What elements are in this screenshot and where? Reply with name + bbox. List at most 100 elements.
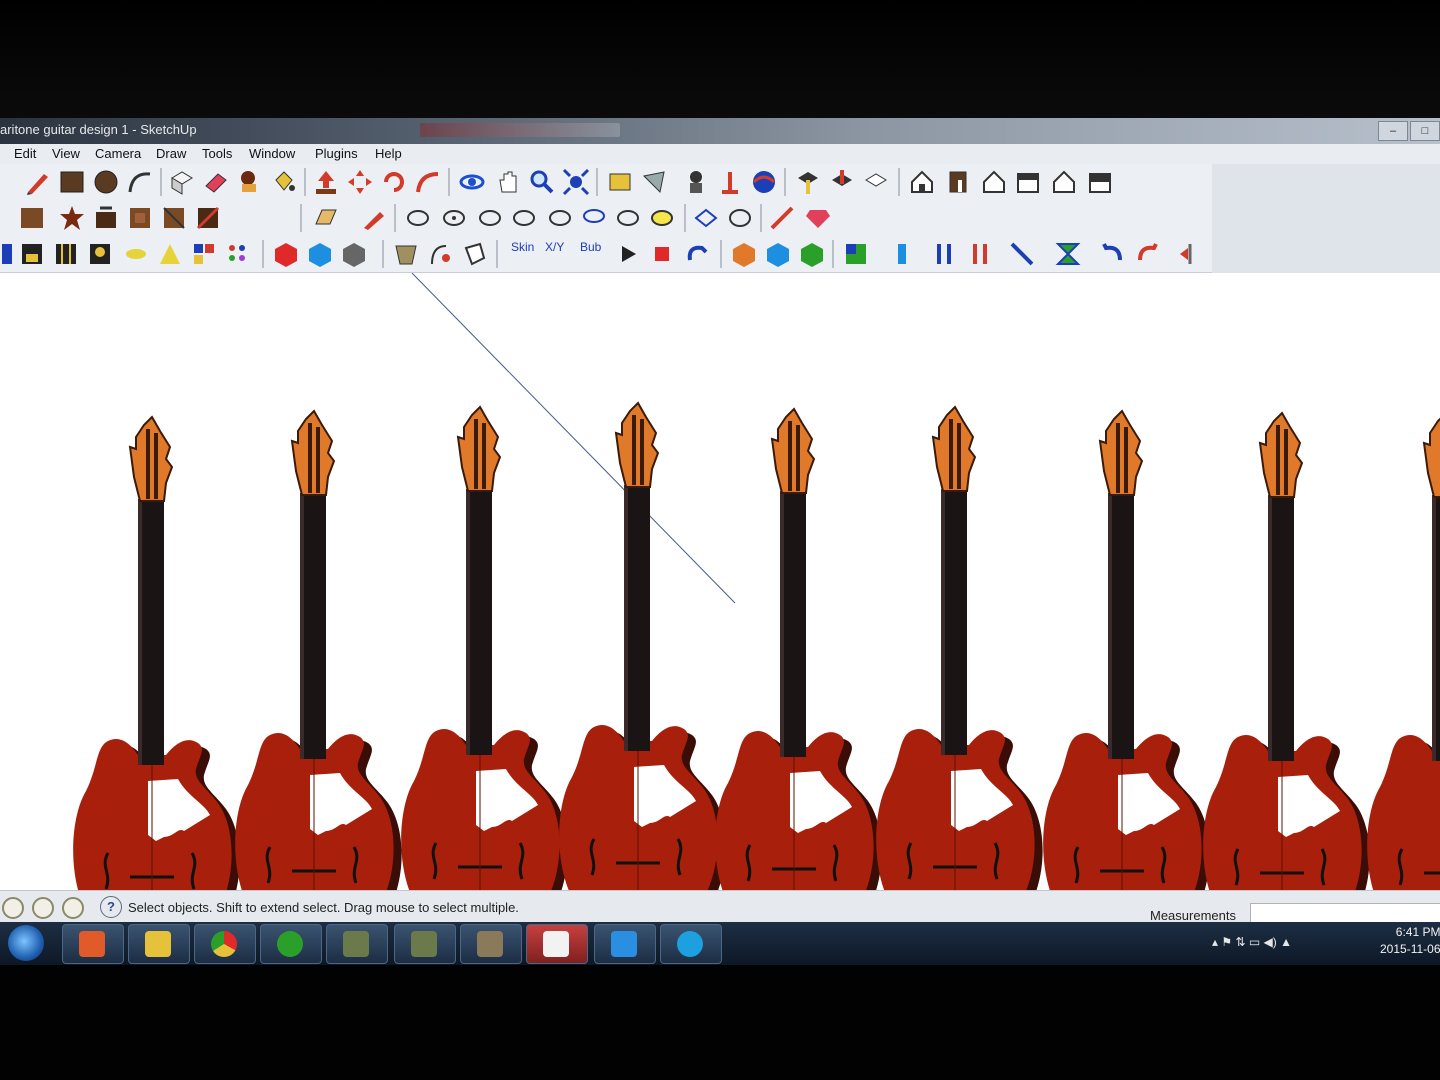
user-icon[interactable] (62, 897, 84, 919)
style-icon[interactable] (2, 240, 14, 268)
select-curve-icon[interactable] (648, 204, 676, 232)
align-icon[interactable] (888, 240, 916, 268)
tile-icon[interactable] (160, 204, 188, 232)
split-icon[interactable] (194, 204, 222, 232)
arc-icon[interactable] (126, 168, 154, 196)
get-models-icon[interactable] (794, 168, 822, 196)
ruby-console-icon[interactable] (804, 204, 832, 232)
gray-cube-icon[interactable] (340, 240, 368, 268)
circle-icon[interactable] (92, 168, 120, 196)
pan-icon[interactable] (494, 168, 522, 196)
minimize-button[interactable]: – (1378, 121, 1408, 141)
guitar-model[interactable] (1041, 409, 1212, 890)
push-pull-icon[interactable] (312, 168, 340, 196)
bend-icon[interactable] (426, 240, 454, 268)
airplane-app[interactable] (594, 924, 656, 964)
draw-line-icon[interactable] (360, 204, 388, 232)
swap-red-icon[interactable] (966, 240, 994, 268)
weld-icon[interactable] (92, 204, 120, 232)
tape-measure-icon[interactable] (236, 168, 264, 196)
blue-cube-icon[interactable] (306, 240, 334, 268)
color-palette-icon[interactable] (190, 240, 218, 268)
game-app-2[interactable] (394, 924, 456, 964)
right-view-icon[interactable] (1014, 168, 1042, 196)
hourglass-icon[interactable] (1054, 240, 1082, 268)
maximize-button[interactable]: □ (1410, 121, 1440, 141)
share-model-icon[interactable] (828, 168, 856, 196)
stop-icon[interactable] (648, 240, 676, 268)
paint-bucket-icon[interactable] (270, 168, 298, 196)
make-component-icon[interactable] (168, 168, 196, 196)
sphere-icon[interactable] (750, 168, 778, 196)
drawing-canvas[interactable] (0, 273, 1440, 890)
select-edges-icon[interactable] (546, 204, 574, 232)
back-edges-icon[interactable] (52, 240, 80, 268)
smooth-icon[interactable] (726, 204, 754, 232)
credits-icon[interactable] (32, 897, 54, 919)
top-view-icon[interactable] (944, 168, 972, 196)
menu-help[interactable]: Help (375, 146, 402, 161)
guitar-model[interactable] (399, 405, 570, 890)
orange-block-icon[interactable] (730, 240, 758, 268)
guitar-model[interactable] (713, 407, 884, 890)
explorer-app[interactable] (128, 924, 190, 964)
guitar-model[interactable] (233, 409, 404, 890)
lasso-icon[interactable] (404, 204, 432, 232)
geo-location-icon[interactable] (2, 897, 24, 919)
guitar-model[interactable] (557, 401, 728, 890)
share-component-icon[interactable] (862, 168, 890, 196)
move-icon[interactable] (346, 168, 374, 196)
menu-view[interactable]: View (52, 146, 80, 161)
zoom-extents-icon[interactable] (562, 168, 590, 196)
menu-camera[interactable]: Camera (95, 146, 141, 161)
red-cube-icon[interactable] (272, 240, 300, 268)
loop-icon[interactable] (684, 240, 712, 268)
undo-icon[interactable] (1098, 240, 1126, 268)
chrome-app[interactable] (194, 924, 256, 964)
start-button[interactable] (8, 925, 44, 961)
icq-app[interactable] (260, 924, 322, 964)
cone-icon[interactable] (156, 240, 184, 268)
guitar-model[interactable] (1201, 411, 1372, 890)
section-plane-icon[interactable] (716, 168, 744, 196)
shell-icon[interactable] (392, 240, 420, 268)
green-block-icon[interactable] (798, 240, 826, 268)
sketchup-app[interactable] (526, 924, 588, 964)
rotate-icon[interactable] (380, 168, 408, 196)
skype-app[interactable] (660, 924, 722, 964)
rectangle-icon[interactable] (58, 168, 86, 196)
lasso-toggle-icon[interactable] (510, 204, 538, 232)
system-tray-icons[interactable]: ▴ ⚑ ⇅ ▭ ◀) ▲ (1212, 935, 1292, 949)
front-view-icon[interactable] (980, 168, 1008, 196)
guitar-model[interactable] (71, 415, 242, 890)
lasso-remove-icon[interactable] (476, 204, 504, 232)
menu-draw[interactable]: Draw (156, 146, 186, 161)
guitar-model[interactable] (874, 405, 1045, 890)
flatten-icon[interactable] (312, 204, 340, 232)
menu-edit[interactable]: Edit (14, 146, 36, 161)
iso-view-icon[interactable] (908, 168, 936, 196)
back-view-icon[interactable] (1050, 168, 1078, 196)
menu-tools[interactable]: Tools (202, 146, 232, 161)
follow-me-icon[interactable] (414, 168, 442, 196)
scale-icon[interactable] (768, 204, 796, 232)
look-around-icon[interactable] (682, 168, 710, 196)
help-icon[interactable]: ? (100, 896, 122, 918)
menu-plugins[interactable]: Plugins (315, 146, 358, 161)
skin-tool[interactable]: Skin (511, 240, 534, 254)
color-dots-icon[interactable] (224, 240, 252, 268)
play-icon[interactable] (614, 240, 642, 268)
walk-icon[interactable] (640, 168, 668, 196)
guitar-model[interactable] (1365, 411, 1440, 890)
bub-tool[interactable]: Bub (580, 240, 601, 254)
mirror-icon[interactable] (1176, 240, 1204, 268)
offset-icon[interactable] (126, 204, 154, 232)
soften-icon[interactable] (692, 204, 720, 232)
shape-icon[interactable] (460, 240, 488, 268)
swap-vertical-icon[interactable] (930, 240, 958, 268)
gimp-app[interactable] (460, 924, 522, 964)
eraser-icon[interactable] (202, 168, 230, 196)
lasso-add-icon[interactable] (440, 204, 468, 232)
orbit-icon[interactable] (458, 168, 486, 196)
pencil-icon[interactable] (24, 168, 52, 196)
